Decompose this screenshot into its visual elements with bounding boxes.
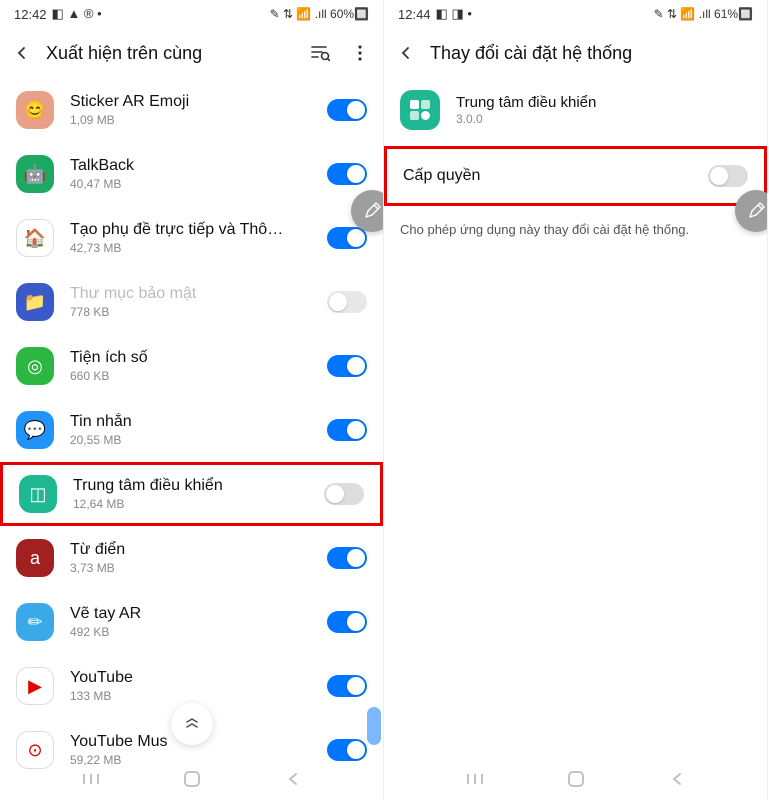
more-icon[interactable] [349,42,371,64]
app-icon: 🤖 [16,155,54,193]
page-title: Xuất hiện trên cùng [46,43,295,64]
app-size: 12,64 MB [73,497,308,511]
nav-home[interactable] [182,769,202,789]
app-icon: 💬 [16,411,54,449]
app-list-item[interactable]: 📁 Thư mục bảo mật 778 KB [0,270,383,334]
status-left: 12:44 ◧ ◨ • [398,6,472,22]
permission-description: Cho phép ứng dụng này thay đổi cài đặt h… [384,206,767,253]
nav-recent[interactable] [81,769,101,789]
app-icon: 😊 [16,91,54,129]
app-list-item[interactable]: 😊 Sticker AR Emoji 1,09 MB [0,78,383,142]
app-name: Trung tâm điều khiển [73,477,293,495]
app-size: 3,73 MB [70,561,311,575]
app-toggle[interactable] [327,675,367,697]
app-name: TalkBack [70,157,290,175]
app-name: Thư mục bảo mật [70,285,290,303]
app-icon [400,90,440,130]
app-name: Tạo phụ đề trực tiếp và Thông b... [70,221,290,239]
app-toggle[interactable] [327,611,367,633]
nav-back[interactable] [667,769,687,789]
app-size: 1,09 MB [70,113,311,127]
scroll-indicator[interactable] [367,707,381,745]
nav-bar [384,758,767,800]
status-right: ✎ ⇅ 📶 .ıll 60%🔲 [270,7,369,21]
app-list-item[interactable]: ✏ Vẽ tay AR 492 KB [0,590,383,654]
app-toggle[interactable] [327,163,367,185]
page-title: Thay đổi cài đặt hệ thống [430,43,755,64]
settings-header: Thay đổi cài đặt hệ thống [384,28,767,78]
left-screen: 12:42 ◧ ▲ ® • ✎ ⇅ 📶 .ıll 60%🔲 Xuất hiện … [0,0,384,800]
app-toggle[interactable] [327,419,367,441]
app-size: 42,73 MB [70,241,311,255]
app-toggle[interactable] [327,227,367,249]
status-time: 12:44 [398,7,431,22]
app-name: Tiện ích số [70,349,290,367]
app-name: Tin nhắn [70,413,290,431]
nav-recent[interactable] [465,769,485,789]
status-right: ✎ ⇅ 📶 .ıll 61%🔲 [654,7,753,21]
app-icon: ◎ [16,347,54,385]
app-name: Sticker AR Emoji [70,93,290,111]
search-filter-icon[interactable] [309,42,331,64]
permission-toggle[interactable] [708,165,748,187]
nav-home[interactable] [566,769,586,789]
back-button[interactable] [396,43,416,63]
app-toggle[interactable] [327,547,367,569]
app-toggle[interactable] [327,99,367,121]
app-size: 40,47 MB [70,177,311,191]
app-version: 3.0.0 [456,112,596,126]
app-size: 492 KB [70,625,311,639]
status-icons: ◧ ◨ • [436,6,472,22]
app-list-item[interactable]: ◎ Tiện ích số 660 KB [0,334,383,398]
app-size: 778 KB [70,305,311,319]
app-icon: 📁 [16,283,54,321]
app-icon: 🏠 [16,219,54,257]
app-size: 133 MB [70,689,311,703]
app-size: 660 KB [70,369,311,383]
app-name: Vẽ tay AR [70,605,290,623]
permission-row[interactable]: Cấp quyền [384,146,767,206]
app-toggle[interactable] [327,355,367,377]
scroll-to-top-button[interactable] [171,703,213,745]
app-icon: ▶ [16,667,54,705]
permission-label: Cấp quyền [403,167,480,185]
status-bar: 12:42 ◧ ▲ ® • ✎ ⇅ 📶 .ıll 60%🔲 [0,0,383,28]
app-icon: ✏ [16,603,54,641]
app-toggle [327,291,367,313]
app-list-item[interactable]: 🤖 TalkBack 40,47 MB [0,142,383,206]
app-icon: a [16,539,54,577]
app-list-item[interactable]: a Từ điển 3,73 MB [0,526,383,590]
app-size: 20,55 MB [70,433,311,447]
app-detail-header: Trung tâm điều khiển 3.0.0 [384,78,767,142]
app-toggle[interactable] [324,483,364,505]
status-bar: 12:44 ◧ ◨ • ✎ ⇅ 📶 .ıll 61%🔲 [384,0,767,28]
app-list-item[interactable]: ◫ Trung tâm điều khiển 12,64 MB [0,462,383,526]
app-name: YouTube [70,669,290,687]
nav-back[interactable] [283,769,303,789]
app-list-item[interactable]: 💬 Tin nhắn 20,55 MB [0,398,383,462]
nav-bar [0,758,383,800]
status-left: 12:42 ◧ ▲ ® • [14,6,102,22]
back-button[interactable] [12,43,32,63]
settings-header: Xuất hiện trên cùng [0,28,383,78]
app-name: Từ điển [70,541,290,559]
status-icons: ◧ ▲ ® • [52,6,102,22]
app-name: Trung tâm điều khiển [456,94,596,111]
right-screen: 12:44 ◧ ◨ • ✎ ⇅ 📶 .ıll 61%🔲 Thay đổi cài… [384,0,768,800]
app-list-item[interactable]: 🏠 Tạo phụ đề trực tiếp và Thông b... 42,73… [0,206,383,270]
status-time: 12:42 [14,7,47,22]
app-icon: ◫ [19,475,57,513]
app-list[interactable]: 😊 Sticker AR Emoji 1,09 MB 🤖 TalkBack 40,47 M… [0,78,383,782]
